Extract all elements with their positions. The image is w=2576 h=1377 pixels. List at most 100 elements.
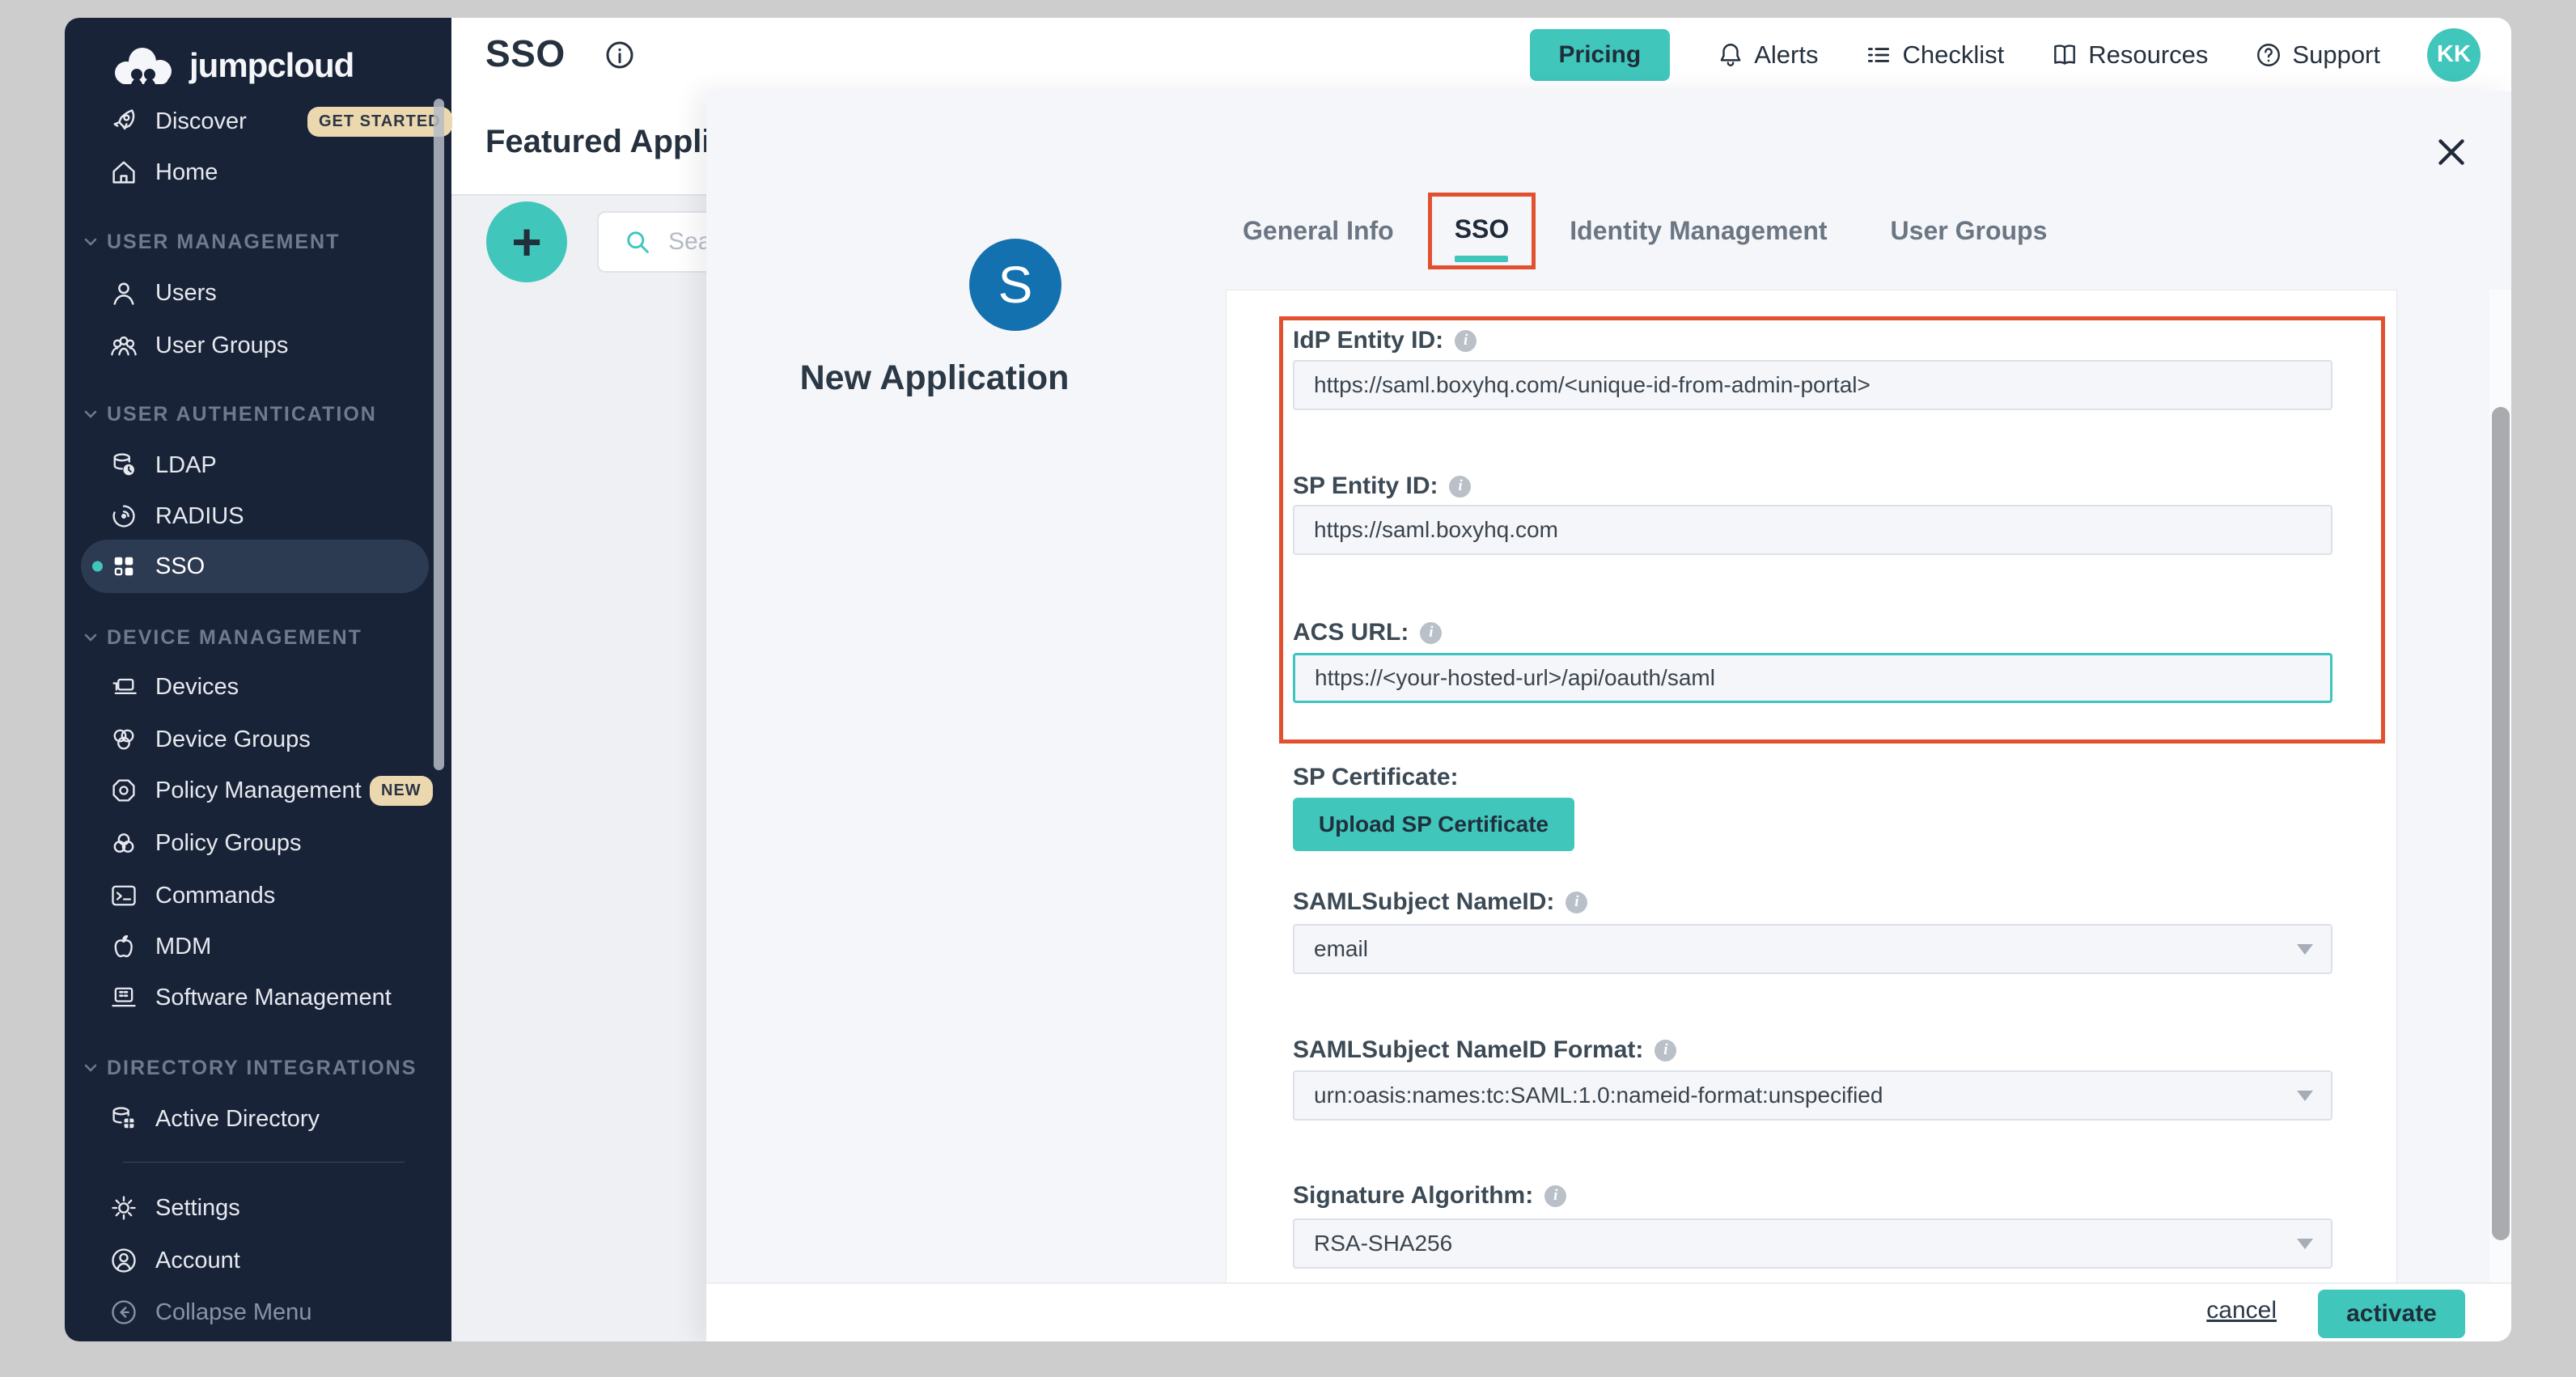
sidebar-item-settings[interactable]: Settings xyxy=(65,1182,451,1234)
apple-icon xyxy=(109,932,138,961)
sidebar-item-mdm[interactable]: MDM xyxy=(65,921,451,972)
sidebar-item-device-groups[interactable]: Device Groups xyxy=(65,714,451,765)
devices-icon xyxy=(109,672,138,701)
rocket-icon xyxy=(109,107,138,136)
active-directory-icon xyxy=(109,1104,138,1133)
sidebar-item-label: RADIUS xyxy=(155,503,244,530)
sidebar-item-label: LDAP xyxy=(155,452,217,479)
nav-label: Resources xyxy=(2088,40,2208,70)
gear-icon xyxy=(109,1193,138,1222)
saml-subject-nameid-label: SAMLSubject NameID: i xyxy=(1293,888,1587,916)
sidebar-section-user-authentication[interactable]: USER AUTHENTICATION xyxy=(65,394,451,434)
close-icon[interactable] xyxy=(2430,130,2473,174)
sidebar-item-policy-groups[interactable]: Policy Groups xyxy=(65,817,451,869)
sp-entity-id-input[interactable] xyxy=(1293,505,2332,555)
sidebar-scrollbar[interactable] xyxy=(434,99,444,770)
sidebar-section-user-management[interactable]: USER MANAGEMENT xyxy=(65,222,451,262)
nav-label: Alerts xyxy=(1754,40,1818,70)
sidebar-item-discover[interactable]: Discover GET STARTED xyxy=(65,95,451,147)
chevron-down-icon xyxy=(83,234,99,250)
info-icon[interactable]: i xyxy=(1449,476,1471,498)
chevron-down-icon xyxy=(2297,944,2313,955)
jumpcloud-logo[interactable]: jumpcloud xyxy=(110,42,354,89)
section-title: USER MANAGEMENT xyxy=(107,231,340,254)
app-window: Featured Applications + SSO Pricing Aler… xyxy=(65,18,2511,1341)
account-icon xyxy=(109,1246,138,1275)
sidebar-item-label: Devices xyxy=(155,674,239,701)
sidebar-item-user-groups[interactable]: User Groups xyxy=(65,320,451,371)
user-icon xyxy=(109,278,138,307)
sidebar-section-directory-integrations[interactable]: DIRECTORY INTEGRATIONS xyxy=(65,1048,451,1088)
sidebar-item-users[interactable]: Users xyxy=(65,267,451,319)
sidebar-item-label: Commands xyxy=(155,883,275,909)
terminal-icon xyxy=(109,881,138,910)
info-icon[interactable]: i xyxy=(1420,622,1442,644)
sidebar-item-collapse-menu[interactable]: Collapse Menu xyxy=(65,1286,451,1338)
upload-sp-certificate-button[interactable]: Upload SP Certificate xyxy=(1293,798,1574,851)
active-tab-underline xyxy=(1455,256,1508,262)
cancel-link[interactable]: cancel xyxy=(2206,1297,2277,1324)
signature-algorithm-select[interactable]: RSA-SHA256 xyxy=(1293,1218,2332,1269)
section-title: DEVICE MANAGEMENT xyxy=(107,626,362,650)
nav-resources[interactable]: Resources xyxy=(2051,40,2208,70)
sidebar-section-device-management[interactable]: DEVICE MANAGEMENT xyxy=(65,617,451,658)
sidebar-item-commands[interactable]: Commands xyxy=(65,870,451,922)
info-icon[interactable]: i xyxy=(1654,1040,1676,1061)
activate-button[interactable]: activate xyxy=(2318,1290,2465,1338)
sidebar-item-devices[interactable]: Devices xyxy=(65,661,451,713)
idp-entity-id-input[interactable] xyxy=(1293,360,2332,410)
nav-alerts[interactable]: Alerts xyxy=(1717,40,1818,70)
software-icon xyxy=(109,983,138,1012)
sidebar-item-software-management[interactable]: Software Management xyxy=(65,972,451,1023)
info-icon[interactable]: i xyxy=(1566,892,1587,913)
sidebar-item-label: MDM xyxy=(155,934,211,960)
sidebar-item-label: Settings xyxy=(155,1195,240,1222)
pricing-button[interactable]: Pricing xyxy=(1530,29,1671,81)
checklist-icon xyxy=(1865,41,1892,69)
tab-user-groups[interactable]: User Groups xyxy=(1850,216,2070,246)
sidebar-item-account[interactable]: Account xyxy=(65,1235,451,1286)
get-started-badge: GET STARTED xyxy=(307,107,452,137)
nav-checklist[interactable]: Checklist xyxy=(1865,40,2004,70)
signature-algorithm-label: Signature Algorithm: i xyxy=(1293,1182,1566,1210)
info-icon[interactable] xyxy=(604,39,636,71)
acs-url-label: ACS URL: i xyxy=(1293,619,1442,646)
sidebar-item-label: SSO xyxy=(155,553,205,580)
active-indicator-dot xyxy=(92,561,103,572)
sidebar-item-sso[interactable]: SSO xyxy=(65,540,451,592)
sso-grid-icon xyxy=(109,552,138,581)
sidebar-item-label: Home xyxy=(155,159,218,186)
page-title: SSO xyxy=(485,32,566,75)
sidebar-item-home[interactable]: Home xyxy=(65,146,451,198)
user-group-icon xyxy=(109,331,138,360)
cloud-logo-icon xyxy=(110,42,178,89)
sp-entity-id-label: SP Entity ID: i xyxy=(1293,472,1471,500)
sidebar-item-ldap[interactable]: LDAP xyxy=(65,439,451,491)
book-icon xyxy=(2051,41,2078,69)
section-title: DIRECTORY INTEGRATIONS xyxy=(107,1057,417,1080)
search-icon xyxy=(623,227,652,256)
sidebar-item-radius[interactable]: RADIUS xyxy=(65,490,451,542)
sp-certificate-label: SP Certificate: xyxy=(1293,764,1459,791)
sidebar-item-label: Users xyxy=(155,280,217,307)
info-icon[interactable]: i xyxy=(1544,1185,1566,1207)
user-avatar[interactable]: KK xyxy=(2427,28,2481,82)
modal-scrollbar-thumb[interactable] xyxy=(2492,407,2510,1240)
info-icon[interactable]: i xyxy=(1455,330,1477,352)
tab-general-info[interactable]: General Info xyxy=(1220,216,1417,246)
radius-dial-icon xyxy=(109,502,138,531)
tab-sso[interactable]: SSO xyxy=(1432,214,1532,244)
sidebar-item-label: Account xyxy=(155,1248,240,1274)
saml-subject-nameid-format-select[interactable]: urn:oasis:names:tc:SAML:1.0:nameid-forma… xyxy=(1293,1070,2332,1121)
nav-label: Support xyxy=(2292,40,2380,70)
tab-identity-management[interactable]: Identity Management xyxy=(1547,216,1849,246)
chevron-down-icon xyxy=(2297,1239,2313,1249)
saml-subject-nameid-select[interactable]: email xyxy=(1293,924,2332,974)
sidebar-item-active-directory[interactable]: Active Directory xyxy=(65,1093,451,1145)
sidebar-item-policy-management[interactable]: Policy Management NEW xyxy=(65,765,451,816)
chevron-down-icon xyxy=(83,406,99,422)
acs-url-input[interactable] xyxy=(1293,653,2332,703)
add-application-button[interactable]: + xyxy=(486,201,567,282)
chevron-down-icon xyxy=(83,629,99,646)
nav-support[interactable]: Support xyxy=(2255,40,2380,70)
